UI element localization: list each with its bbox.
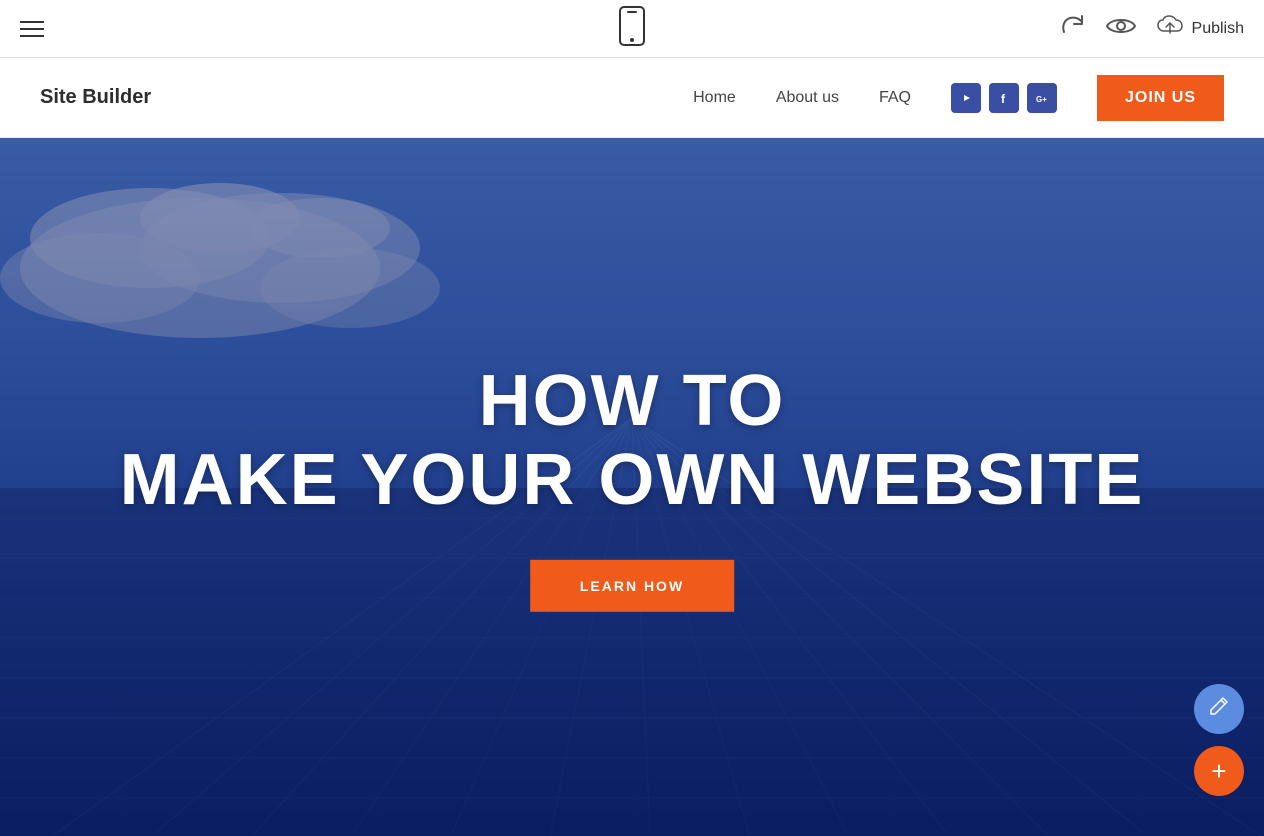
social-icons-group: f G+ [951,83,1057,113]
join-us-button[interactable]: JOIN US [1097,75,1224,121]
hero-title-line1: HOW TO [63,362,1201,441]
google-plus-social-icon[interactable]: G+ [1027,83,1057,113]
hero-content: HOW TO MAKE YOUR OWN WEBSITE LEARN HOW [63,362,1201,612]
preview-eye-icon[interactable] [1106,15,1136,43]
toolbar-right: Publish [1058,14,1244,44]
fab-container: + [1194,684,1244,796]
nav-link-home[interactable]: Home [693,89,736,107]
toolbar-center [618,6,646,52]
add-fab-button[interactable]: + [1194,746,1244,796]
cloud-upload-icon [1156,15,1184,42]
site-logo: Site Builder [40,86,151,109]
toolbar-left [20,21,44,37]
edit-pencil-icon [1208,695,1230,723]
hamburger-menu-icon[interactable] [20,21,44,37]
nav-link-faq[interactable]: FAQ [879,89,911,107]
undo-icon[interactable] [1058,14,1086,44]
publish-label: Publish [1192,20,1244,38]
svg-text:G+: G+ [1036,95,1047,104]
learn-how-button[interactable]: LEARN HOW [530,560,734,612]
mobile-preview-icon[interactable] [618,26,646,51]
hero-section: HOW TO MAKE YOUR OWN WEBSITE LEARN HOW + [0,138,1264,836]
publish-button[interactable]: Publish [1156,15,1244,42]
nav-link-about[interactable]: About us [776,89,839,107]
site-navigation: Site Builder Home About us FAQ f [0,58,1264,138]
nav-links: Home About us FAQ [693,89,911,107]
toolbar: Publish [0,0,1264,58]
facebook-social-icon[interactable]: f [989,83,1019,113]
edit-fab-button[interactable] [1194,684,1244,734]
site-nav-right: Home About us FAQ f G+ [693,75,1224,121]
plus-icon: + [1211,758,1226,784]
youtube-social-icon[interactable] [951,83,981,113]
hero-title-line2: MAKE YOUR OWN WEBSITE [63,441,1201,520]
